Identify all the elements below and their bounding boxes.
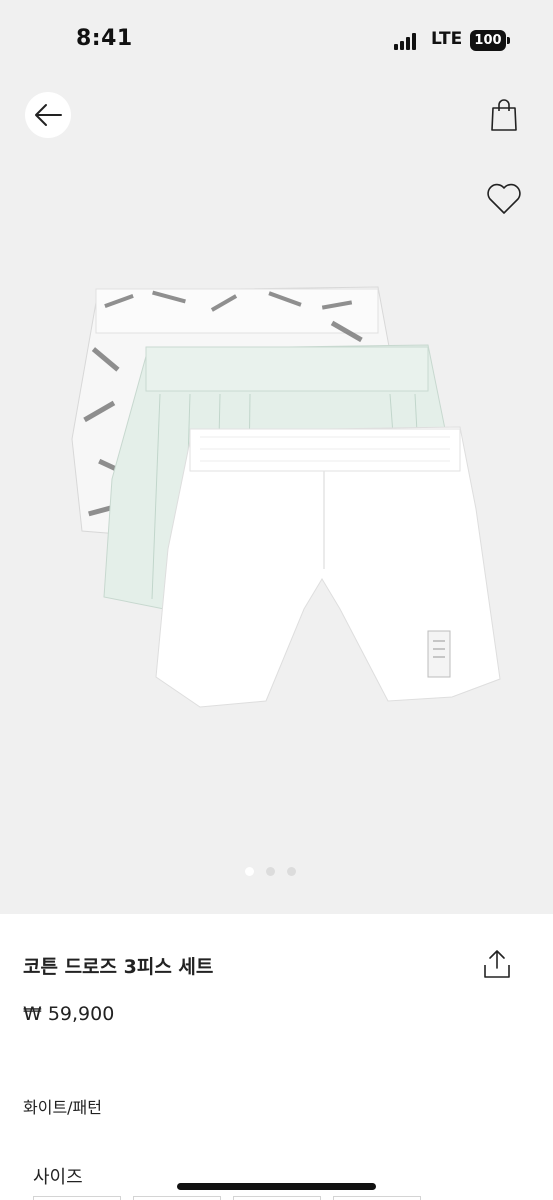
product-image[interactable] — [60, 279, 520, 729]
share-button[interactable] — [477, 944, 517, 984]
status-bar: 8:41 LTE 100 — [0, 0, 553, 84]
gallery-pagination[interactable] — [245, 867, 296, 876]
back-arrow-icon — [35, 104, 62, 126]
product-name: 코튼 드로즈 3피스 세트 — [23, 956, 214, 978]
battery-icon: 100 — [470, 30, 506, 51]
color-name: 화이트/패턴 — [23, 1098, 102, 1117]
size-option[interactable] — [333, 1196, 421, 1200]
product-price: ₩ 59,900 — [23, 1003, 115, 1025]
pagination-dot[interactable] — [245, 867, 254, 876]
shopping-bag-button[interactable] — [481, 92, 527, 138]
pagination-dot[interactable] — [287, 867, 296, 876]
pagination-dot[interactable] — [266, 867, 275, 876]
size-option[interactable] — [133, 1196, 221, 1200]
back-button[interactable] — [25, 92, 71, 138]
status-time: 8:41 — [76, 26, 133, 51]
signal-icon — [394, 32, 420, 50]
heart-icon — [487, 183, 521, 214]
shopping-bag-icon — [491, 99, 517, 131]
wishlist-button[interactable] — [481, 176, 527, 222]
size-label: 사이즈 — [33, 1167, 83, 1188]
network-type: LTE — [431, 29, 463, 49]
home-indicator[interactable] — [177, 1183, 376, 1190]
size-options — [33, 1196, 421, 1200]
size-option[interactable] — [33, 1196, 121, 1200]
battery-tip — [507, 37, 510, 44]
size-option[interactable] — [233, 1196, 321, 1200]
share-icon — [484, 950, 510, 978]
product-gallery[interactable] — [0, 84, 553, 914]
